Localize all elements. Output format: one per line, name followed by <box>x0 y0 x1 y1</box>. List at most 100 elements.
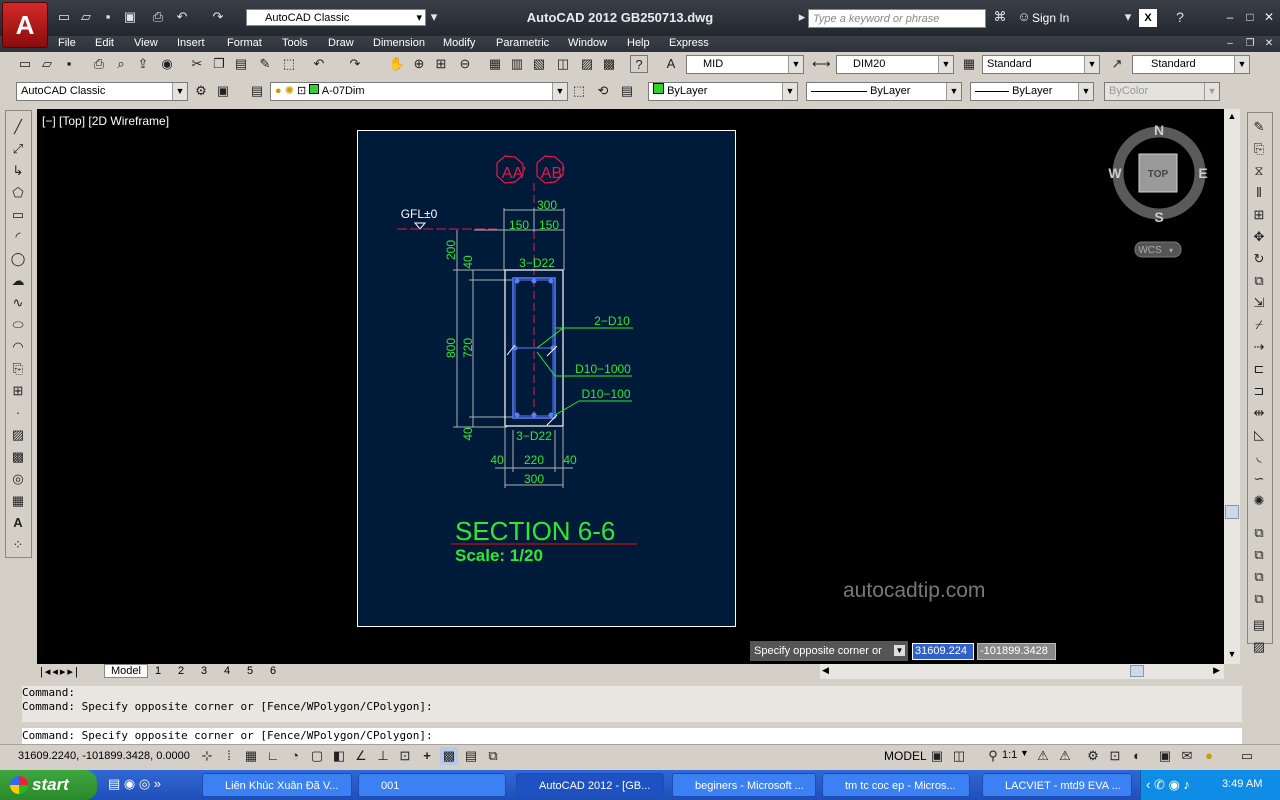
dynamic-input-icon[interactable]: ⊡ <box>396 747 414 765</box>
lightbulb-icon[interactable]: ● <box>1200 747 1218 765</box>
menu-dimension[interactable]: Dimension <box>373 36 425 50</box>
linetype-select[interactable]: ByLayer ▼ <box>806 82 962 101</box>
save-icon[interactable]: ▪ <box>60 55 78 73</box>
new-icon[interactable]: ▭ <box>56 9 72 25</box>
dim-style-select[interactable]: DIM20 ▼ <box>836 55 954 74</box>
insert-block-icon[interactable]: ⎘ <box>9 360 27 378</box>
scroll-right-icon[interactable]: ▶ <box>1213 665 1220 676</box>
chevron-down-icon[interactable]: ▾ <box>1120 9 1136 25</box>
model-space-toggle[interactable]: MODEL <box>884 749 927 763</box>
wcs-menu[interactable]: WCS <box>1138 245 1162 256</box>
mleader-style-select[interactable]: Standard ▼ <box>1132 55 1250 74</box>
properties-icon[interactable]: ▦ <box>486 55 504 73</box>
move-icon[interactable]: ✥ <box>1250 228 1268 246</box>
layer-properties-icon[interactable]: ▤ <box>248 82 266 100</box>
3d-osnap-icon[interactable]: ◧ <box>330 747 348 765</box>
tray-icons[interactable]: ‹ ✆ ◉ ♪ <box>1146 777 1190 793</box>
quick-launch-icons[interactable]: ▤ ◉ ◎ » <box>108 776 161 792</box>
show-lineweight-icon[interactable]: + <box>418 747 436 765</box>
help-icon[interactable]: ? <box>1172 9 1188 25</box>
viewcube[interactable]: TOP N S E W WCS ▾ <box>1105 118 1211 264</box>
layer-previous-icon[interactable]: ⟲ <box>594 82 612 100</box>
match-properties-icon[interactable]: ✎ <box>256 55 274 73</box>
draworder-under-icon[interactable]: ⧉ <box>1250 590 1268 608</box>
workspace-dropdown[interactable]: AutoCAD Classic ▾ <box>246 9 426 26</box>
maximize-icon[interactable]: □ <box>1242 9 1258 25</box>
auto-scale-icon[interactable]: ⚠ <box>1056 747 1074 765</box>
table-icon[interactable]: ▦ <box>9 492 27 510</box>
task-folder[interactable]: 001 <box>358 773 506 797</box>
transparency-icon[interactable]: ▩ <box>440 747 458 765</box>
menu-draw[interactable]: Draw <box>328 36 354 50</box>
blend-icon[interactable]: ∽ <box>1250 470 1268 488</box>
compass-south[interactable]: S <box>1154 209 1163 225</box>
hardware-acceleration-icon[interactable]: ◐ <box>1128 747 1146 765</box>
compass-west[interactable]: W <box>1108 165 1122 181</box>
undo-icon[interactable]: ↶ <box>310 55 328 73</box>
annotation-scale-value[interactable]: 1:1 <box>1002 749 1017 761</box>
viewport-controls-label[interactable]: [−] [Top] [2D Wireframe] <box>42 114 169 128</box>
save-icon[interactable]: ▪ <box>100 9 116 25</box>
coordinates-display[interactable]: 31609.2240, -101899.3428, 0.0000 <box>18 750 190 762</box>
make-current-icon[interactable]: ⬚ <box>570 82 588 100</box>
options-down-icon[interactable]: ▼ <box>894 645 905 656</box>
menu-view[interactable]: View <box>134 36 158 50</box>
grid-display-icon[interactable]: ▦ <box>242 747 260 765</box>
doc-minimize-icon[interactable]: – <box>1222 36 1238 52</box>
zoom-window-icon[interactable]: ⊞ <box>432 55 450 73</box>
color-select[interactable]: ByLayer ▼ <box>648 82 798 101</box>
text-front-icon[interactable]: ▤ <box>1250 616 1268 634</box>
scale-icon[interactable]: ⧉ <box>1250 272 1268 290</box>
dynamic-input-x[interactable]: 31609.224 <box>912 643 974 660</box>
point-icon[interactable]: · <box>9 404 27 422</box>
3d-dwf-icon[interactable]: ◉ <box>158 55 176 73</box>
menu-insert[interactable]: Insert <box>177 36 205 50</box>
scroll-left-icon[interactable]: ◀ <box>822 665 829 676</box>
scroll-down-icon[interactable]: ▼ <box>1225 649 1239 661</box>
help-icon[interactable]: ? <box>630 55 648 73</box>
fillet-icon[interactable]: ◟ <box>1250 448 1268 466</box>
viewcube-top-face[interactable]: TOP <box>1148 169 1169 180</box>
mleader-style-icon[interactable]: ↗ <box>1108 55 1126 73</box>
lineweight-select[interactable]: ByLayer ▼ <box>970 82 1094 101</box>
menu-modify[interactable]: Modify <box>443 36 475 50</box>
stretch-icon[interactable]: ⇲ <box>1250 294 1268 312</box>
vertical-scroll-thumb[interactable] <box>1225 505 1239 519</box>
line-icon[interactable]: ╱ <box>9 118 27 136</box>
workspace-save-icon[interactable]: ▣ <box>214 82 232 100</box>
markup-icon[interactable]: ▨ <box>578 55 596 73</box>
scroll-up-icon[interactable]: ▲ <box>1225 111 1239 123</box>
isolate-objects-icon[interactable]: ▣ <box>1156 747 1174 765</box>
qnew-icon[interactable]: ▭ <box>16 55 34 73</box>
tool-palettes-icon[interactable]: ▧ <box>530 55 548 73</box>
selection-cycling-icon[interactable]: ⧉ <box>484 747 502 765</box>
mirror-icon[interactable]: ⧖ <box>1250 162 1268 180</box>
task-word-coc-ep[interactable]: tm tc coc ep - Micros... <box>822 773 970 797</box>
workspace-select[interactable]: AutoCAD Classic ▼ <box>16 82 188 101</box>
menu-tools[interactable]: Tools <box>282 36 308 50</box>
tab-layout-5[interactable]: 5 <box>247 665 253 677</box>
ellipse-arc-icon[interactable]: ◠ <box>9 338 27 356</box>
zoom-previous-icon[interactable]: ⊖ <box>456 55 474 73</box>
layer-select[interactable]: ● ✺ ⊡ A-07Dim ▼ <box>270 82 568 101</box>
table-style-icon[interactable]: ▦ <box>960 55 978 73</box>
annotation-visibility-icon[interactable]: ⚠ <box>1034 747 1052 765</box>
compass-east[interactable]: E <box>1198 165 1207 181</box>
hatch-back-icon[interactable]: ▨ <box>1250 638 1268 656</box>
menu-edit[interactable]: Edit <box>95 36 114 50</box>
task-autocad[interactable]: AutoCAD 2012 - [GB... <box>516 773 664 797</box>
application-menu-button[interactable]: A <box>2 2 48 48</box>
gradient-icon[interactable]: ▩ <box>9 448 27 466</box>
ellipse-icon[interactable]: ⬭ <box>9 316 27 334</box>
tab-nav-arrows[interactable]: |◂◂▸▸| <box>40 665 80 678</box>
lock-ui-icon[interactable]: ⊡ <box>1106 747 1124 765</box>
sheet-set-icon[interactable]: ◫ <box>554 55 572 73</box>
preview-icon[interactable]: ⌕ <box>112 55 130 73</box>
revcloud-icon[interactable]: ☁ <box>9 272 27 290</box>
plot-icon[interactable]: ⎙ <box>150 9 166 25</box>
polar-tracking-icon[interactable]: ◔ <box>286 747 304 765</box>
menu-format[interactable]: Format <box>227 36 262 50</box>
paste-icon[interactable]: ▤ <box>232 55 250 73</box>
rotate-icon[interactable]: ↻ <box>1250 250 1268 268</box>
section-drawing[interactable]: AA' AB' GFL±0 300 150 150 200 40 800 720… <box>357 130 735 626</box>
